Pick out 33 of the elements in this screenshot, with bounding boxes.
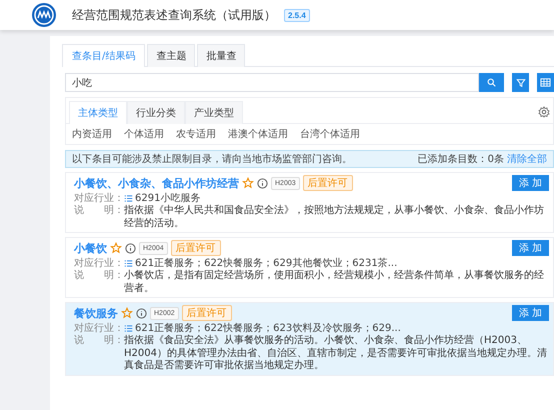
filter-option[interactable]: 农专适用 <box>176 127 216 141</box>
permit-tag: 后置许可 <box>182 305 232 321</box>
field-label: 对应行业： <box>74 322 124 335</box>
add-button[interactable]: 添 加 <box>512 175 549 191</box>
filter-tab[interactable]: 行业分类 <box>127 101 185 124</box>
field-label: 说 明： <box>74 335 124 348</box>
app-title: 经营范围规范表述查询系统（试用版） <box>72 6 276 24</box>
industry-text[interactable]: 621正餐服务；622快餐服务；629其他餐饮业；6231茶... <box>135 256 398 270</box>
filter-option[interactable]: 个体适用 <box>124 127 164 141</box>
filter-option[interactable]: 港澳个体适用 <box>228 127 288 141</box>
description-text: 小餐饮店，是指有固定经营场所，使用面积小，经营规模小，经营条件简单，从事餐饮服务的经营者。 <box>124 270 545 295</box>
permit-tag: 后置许可 <box>170 240 221 256</box>
filter-tab[interactable]: 主体类型 <box>69 101 127 124</box>
field-label: 对应行业： <box>74 192 124 205</box>
filter-tab[interactable]: 产业类型 <box>185 101 243 124</box>
add-button[interactable]: 添 加 <box>512 305 549 321</box>
added-count: 已添加条目数：0条 <box>418 152 504 166</box>
field-label: 对应行业： <box>74 256 124 270</box>
permit-tag: 后置许可 <box>302 175 353 191</box>
description-text: 指依据《食品安全法》从事餐饮服务的活动。小餐饮、小食杂、食品小作坊经营（H2003、H2004）的具体管理办法由省、自治区、直辖市制定，是否需要许可审批依据当地规定办理。清真食品是否需要许可审批依据当地规定办理。 <box>124 335 548 372</box>
tab[interactable]: 查主题 <box>147 44 196 67</box>
search-field[interactable]: 小吃 <box>65 73 479 92</box>
add-button[interactable]: 添 加 <box>512 240 549 256</box>
industry-text[interactable]: 6291小吃服务 <box>135 191 200 205</box>
industry-text[interactable]: 621正餐服务；622快餐服务；623饮料及冷饮服务；629... <box>135 321 401 335</box>
filter-option[interactable]: 内资适用 <box>72 127 112 141</box>
tab[interactable]: 批量查 <box>197 44 246 67</box>
description-text: 指依据《中华人民共和国食品安全法》，按照地方法规规定，从事小餐饮、小食杂、食品小作坊经营的活动。 <box>124 205 545 230</box>
filter-option[interactable]: 台湾个体适用 <box>300 127 360 141</box>
version-badge: 2.5.4 <box>284 8 310 22</box>
field-label: 说 明： <box>74 205 124 218</box>
field-label: 说 明： <box>74 270 124 282</box>
notice-text: 以下条目可能涉及禁止限制目录，请向当地市场监管部门咨询。 <box>72 152 352 166</box>
